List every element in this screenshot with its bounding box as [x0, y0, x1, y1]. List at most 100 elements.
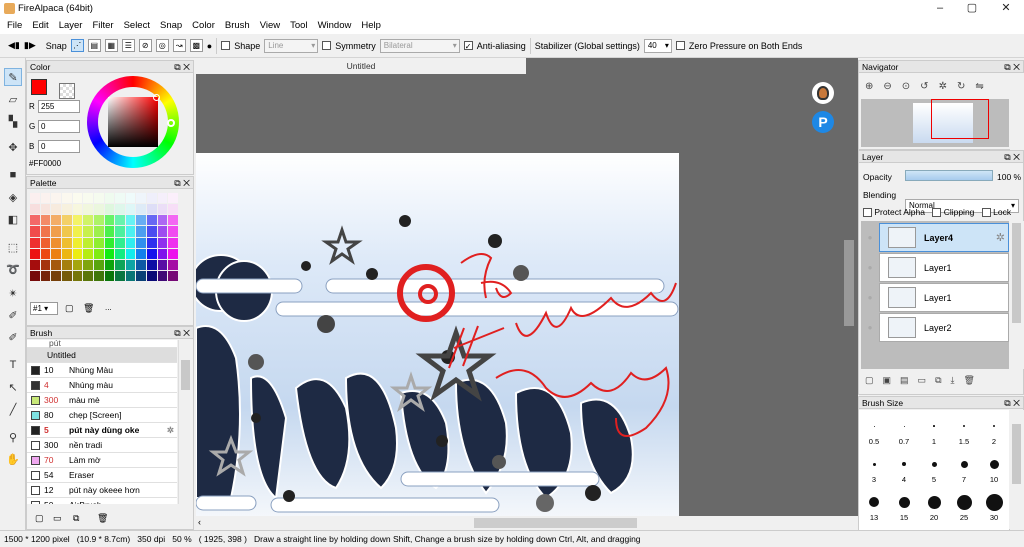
navigator-preview[interactable] [861, 99, 1009, 147]
rotate-reset-icon[interactable]: ✲ [939, 81, 957, 92]
menu-select[interactable]: Select [119, 20, 155, 31]
folder-brush-icon[interactable]: ▭ [53, 513, 62, 524]
palette-swatch[interactable] [93, 259, 104, 270]
brush-settings-icon[interactable]: ✲ [167, 423, 174, 437]
palette-swatch[interactable] [104, 248, 115, 259]
divide-tool-icon[interactable]: ╱ [4, 400, 22, 418]
palette-swatch[interactable] [51, 204, 61, 215]
shape-select[interactable]: Line ▾ [264, 38, 319, 53]
snap-vanishing-icon[interactable]: ☰ [121, 39, 135, 52]
new-layer-icon[interactable]: ▢ [865, 375, 883, 385]
clipping-checkbox[interactable] [932, 208, 942, 218]
lasso-tool-icon[interactable]: ➰ [4, 260, 22, 278]
palette-swatch[interactable] [115, 259, 125, 270]
palette-swatch[interactable] [93, 270, 104, 281]
palette-swatch[interactable] [168, 237, 178, 248]
zero-pressure-checkbox[interactable] [675, 41, 685, 50]
palette-swatch[interactable] [157, 226, 168, 237]
panel-float-close-icon[interactable]: ⧉ ✕ [1004, 61, 1020, 73]
palette-swatch[interactable] [147, 237, 157, 248]
palette-swatch[interactable] [83, 259, 93, 270]
palette-swatch[interactable] [157, 215, 168, 226]
brush-size-option[interactable]: 2 [979, 410, 1009, 448]
palette-swatch[interactable] [104, 270, 115, 281]
palette-swatch[interactable] [30, 259, 40, 270]
brush-partial-item[interactable]: pút [27, 340, 177, 348]
palette-swatch[interactable] [157, 259, 168, 270]
brush-size-scrollbar[interactable] [1010, 410, 1024, 530]
canvas-tab[interactable]: Untitled [196, 58, 526, 74]
close-button[interactable]: ✕ [990, 0, 1022, 17]
brush-item[interactable]: 10 Nhúng Màu [27, 363, 177, 378]
palette-swatch[interactable] [136, 226, 147, 237]
palette-swatch[interactable] [40, 270, 51, 281]
palette-swatch[interactable] [72, 248, 83, 259]
palette-swatch[interactable] [83, 248, 93, 259]
pixiv-icon[interactable]: P [812, 111, 834, 133]
layer-list-scrollbar[interactable] [1010, 221, 1024, 369]
brush-item[interactable]: 80 chẹp [Screen] [27, 408, 177, 423]
palette-swatch[interactable] [83, 193, 93, 204]
new-8bit-layer-icon[interactable]: ▣ [883, 375, 901, 385]
menu-help[interactable]: Help [356, 20, 386, 31]
palette-swatch[interactable] [72, 204, 83, 215]
delete-layer-icon[interactable]: 🗑 [963, 375, 983, 385]
palette-swatch[interactable] [104, 237, 115, 248]
select-eraser-icon[interactable]: ✐ [4, 328, 22, 346]
brush-size-option[interactable]: 1.5 [949, 410, 979, 448]
brush-size-option[interactable]: 0.5 [859, 410, 889, 448]
select-pen-icon[interactable]: ✐ [4, 306, 22, 324]
zoom-fit-icon[interactable]: ⊙ [902, 81, 920, 92]
palette-swatch[interactable] [168, 248, 178, 259]
palette-swatch[interactable] [61, 237, 72, 248]
duplicate-layer-icon[interactable]: ⧉ [935, 375, 950, 385]
background-color-swatch[interactable] [59, 83, 75, 99]
palette-swatch[interactable] [51, 270, 61, 281]
palette-swatch[interactable] [30, 204, 40, 215]
menu-window[interactable]: Window [313, 20, 357, 31]
palette-swatch[interactable] [83, 215, 93, 226]
snap-3d-icon[interactable]: ▩ [189, 39, 203, 52]
palette-swatch[interactable] [40, 215, 51, 226]
palette-swatch[interactable] [40, 226, 51, 237]
palette-swatch[interactable] [51, 215, 61, 226]
palette-swatch[interactable] [93, 226, 104, 237]
palette-swatch[interactable] [136, 259, 147, 270]
r-input[interactable]: 255 [38, 100, 80, 113]
prev-frame-icon[interactable]: ◀▮ [8, 40, 20, 51]
panel-float-close-icon[interactable]: ⧉ ✕ [1004, 151, 1020, 163]
g-input[interactable]: 0 [38, 120, 80, 133]
palette-swatch[interactable] [136, 215, 147, 226]
menu-brush[interactable]: Brush [220, 20, 255, 31]
palette-swatch[interactable] [136, 248, 147, 259]
menu-color[interactable]: Color [187, 20, 220, 31]
palette-swatch[interactable] [157, 193, 168, 204]
move-tool-icon[interactable]: ✥ [4, 138, 22, 156]
new-folder-icon[interactable]: ▭ [918, 375, 936, 385]
menu-layer[interactable]: Layer [54, 20, 88, 31]
palette-swatch[interactable] [30, 237, 40, 248]
rotate-right-icon[interactable]: ↻ [957, 81, 975, 92]
palette-swatch[interactable] [30, 193, 40, 204]
palette-swatch[interactable] [147, 259, 157, 270]
palette-swatch[interactable] [168, 215, 178, 226]
palette-swatch[interactable] [147, 215, 157, 226]
palette-swatch[interactable] [93, 248, 104, 259]
palette-swatch[interactable] [125, 215, 136, 226]
panel-float-close-icon[interactable]: ⧉ ✕ [174, 177, 190, 189]
mascot-icon[interactable] [812, 82, 834, 104]
brush-size-option[interactable]: 20 [919, 486, 949, 524]
palette-swatch[interactable] [72, 215, 83, 226]
stabilizer-select[interactable]: 40 ▾ [643, 38, 672, 53]
palette-swatch[interactable] [157, 237, 168, 248]
b-input[interactable]: 0 [38, 140, 80, 153]
palette-swatch[interactable] [30, 270, 40, 281]
fill-rect-icon[interactable]: ■ [4, 166, 22, 184]
brush-item[interactable]: 50AirBrush [27, 498, 177, 504]
panel-float-close-icon[interactable]: ⧉ ✕ [174, 327, 190, 339]
select-tool-icon[interactable]: ⬚ [4, 238, 22, 256]
brush-item[interactable]: 70 Làm mờ [27, 453, 177, 468]
palette-swatch[interactable] [93, 193, 104, 204]
palette-more[interactable]: ... [105, 303, 112, 312]
palette-swatch[interactable] [30, 226, 40, 237]
